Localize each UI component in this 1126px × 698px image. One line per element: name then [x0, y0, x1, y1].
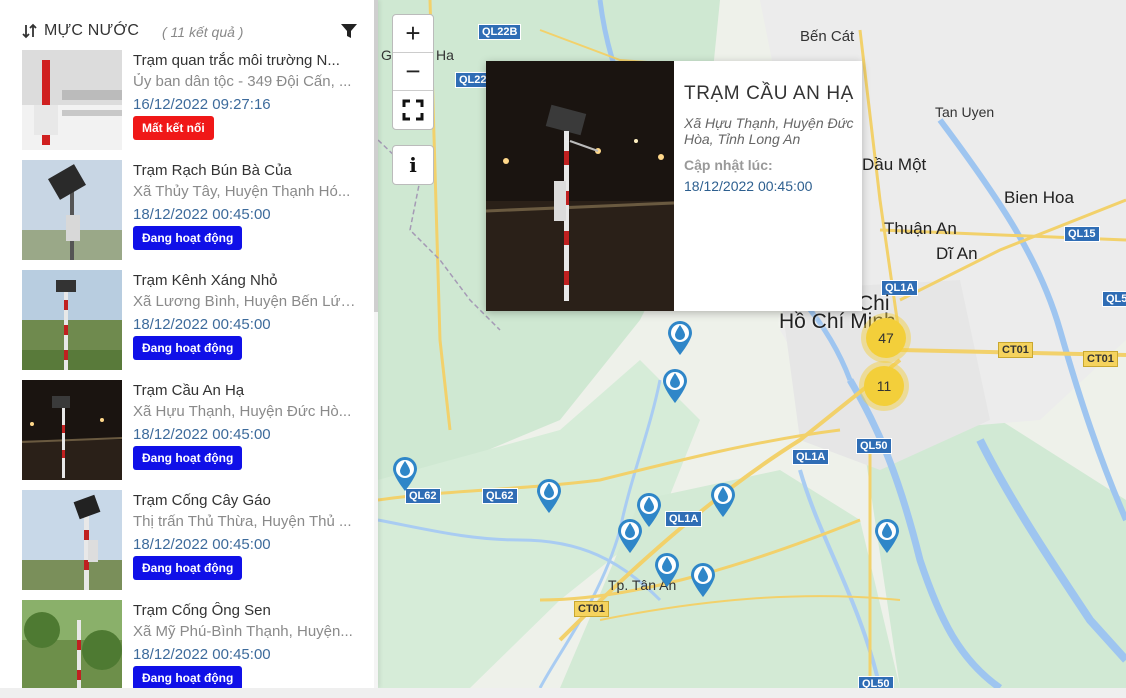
- popup-updated-time: 18/12/2022 00:45:00: [684, 178, 813, 194]
- popup-updated-label: Cập nhật lúc:: [684, 157, 773, 173]
- road-label: QL1A: [792, 449, 830, 465]
- status-badge: Đang hoạt động: [133, 556, 243, 580]
- road-label: CT01: [1083, 351, 1118, 367]
- station-list-item[interactable]: Trạm quan trắc môi trường N... Ủy ban dân…: [22, 50, 362, 150]
- station-name: Trạm Kênh Xáng Nhỏ: [133, 272, 278, 289]
- cluster-count: 11: [876, 378, 892, 394]
- road-label: QL50: [858, 676, 894, 688]
- filter-icon[interactable]: [340, 22, 358, 40]
- fullscreen-icon: [402, 99, 424, 121]
- station-address: Ủy ban dân tộc - 349 Đội Cấn, ...: [133, 73, 352, 90]
- road-label: QL1A: [665, 511, 703, 527]
- road-label: QL5: [1102, 291, 1126, 307]
- cluster-count: 47: [878, 330, 894, 346]
- water-drop-icon[interactable]: [654, 552, 680, 588]
- station-name: Trạm Cầu An Hạ: [133, 382, 245, 399]
- zoom-out-button[interactable]: −: [393, 53, 433, 91]
- place-label: Bien Hoa: [1004, 188, 1074, 207]
- water-drop-icon[interactable]: [710, 482, 736, 518]
- station-thumbnail: [22, 490, 122, 590]
- station-thumbnail: [22, 50, 122, 150]
- water-drop-icon[interactable]: [667, 320, 693, 356]
- water-drop-icon[interactable]: [874, 518, 900, 554]
- station-list-item[interactable]: Trạm Cống Cây Gáo Thị trấn Thủ Thừa, Huyệ…: [22, 490, 362, 590]
- place-label: Dầu Một: [862, 155, 927, 174]
- station-thumbnail: [22, 270, 122, 370]
- station-name: Trạm Cống Cây Gáo: [133, 492, 271, 509]
- road-label: QL62: [482, 488, 518, 504]
- water-drop-icon[interactable]: [617, 518, 643, 554]
- place-label: Thuận An: [884, 219, 957, 238]
- station-time: 18/12/2022 00:45:00: [133, 316, 271, 333]
- info-button[interactable]: i: [392, 145, 434, 185]
- station-time: 18/12/2022 00:45:00: [133, 646, 271, 663]
- station-name: Trạm quan trắc môi trường N...: [133, 52, 340, 69]
- fullscreen-button[interactable]: [393, 91, 433, 129]
- status-badge: Đang hoạt động: [133, 336, 243, 360]
- road-label: CT01: [998, 342, 1033, 358]
- station-thumbnail: [22, 160, 122, 260]
- result-count: ( 11 kết quả ): [162, 24, 244, 40]
- station-list-item[interactable]: Trạm Cầu An Hạ Xã Hựu Thạnh, Huyện Đức Hò…: [22, 380, 362, 480]
- station-address: Xã Lương Bình, Huyện Bến Lức...: [133, 293, 358, 310]
- station-time: 16/12/2022 09:27:16: [133, 96, 271, 113]
- cluster-marker[interactable]: 11: [864, 366, 904, 406]
- station-thumbnail: [22, 600, 122, 688]
- status-badge: Đang hoạt động: [133, 446, 243, 470]
- popup-title: TRẠM CẦU AN HẠ: [684, 83, 854, 104]
- station-list-item[interactable]: Trạm Kênh Xáng Nhỏ Xã Lương Bình, Huyện B…: [22, 270, 362, 370]
- station-list-item[interactable]: Trạm Rạch Bún Bà Của Xã Thủy Tây, Huyện T…: [22, 160, 362, 260]
- station-list-panel: MỰC NƯỚC ( 11 kết quả ) Trạm quan trắc m…: [0, 0, 378, 688]
- status-badge: Đang hoạt động: [133, 226, 243, 250]
- panel-header: MỰC NƯỚC ( 11 kết quả ): [20, 20, 360, 44]
- status-badge: Đang hoạt động: [133, 666, 243, 688]
- road-label: QL15: [1064, 226, 1100, 242]
- station-time: 18/12/2022 00:45:00: [133, 206, 271, 223]
- water-drop-icon[interactable]: [662, 368, 688, 404]
- road-label: QL22B: [478, 24, 522, 40]
- station-address: Xã Thủy Tây, Huyện Thạnh Hó...: [133, 183, 351, 200]
- station-popup: TRẠM CẦU AN HẠ Xã Hựu Thạnh, Huyện Đức H…: [486, 61, 862, 311]
- road-label: QL50: [856, 438, 892, 454]
- road-label: CT01: [574, 601, 609, 617]
- station-address: Xã Mỹ Phú-Bình Thạnh, Huyện...: [133, 623, 353, 640]
- bottom-strip: [0, 688, 1126, 698]
- station-address: Thị trấn Thủ Thừa, Huyện Thủ ...: [133, 513, 352, 530]
- place-label: Dĩ An: [936, 244, 978, 263]
- station-time: 18/12/2022 00:45:00: [133, 536, 271, 553]
- station-time: 18/12/2022 00:45:00: [133, 426, 271, 443]
- station-thumbnail: [22, 380, 122, 480]
- station-name: Trạm Rạch Bún Bà Của: [133, 162, 292, 179]
- place-label: Ha: [436, 47, 454, 63]
- cluster-marker[interactable]: 47: [866, 318, 906, 358]
- station-list-item[interactable]: Trạm Cống Ông Sen Xã Mỹ Phú-Bình Thạnh, H…: [22, 600, 362, 688]
- water-drop-icon[interactable]: [690, 562, 716, 598]
- zoom-controls: + −: [392, 14, 434, 130]
- place-label: Tan Uyen: [935, 104, 995, 120]
- scrollbar-thumb[interactable]: [374, 0, 378, 312]
- popup-address: Xã Hựu Thạnh, Huyện Đức Hòa, Tỉnh Long A…: [684, 115, 854, 147]
- station-address: Xã Hựu Thạnh, Huyện Đức Hò...: [133, 403, 352, 420]
- place-label: Bến Cát: [800, 28, 855, 45]
- water-drop-icon[interactable]: [392, 456, 418, 492]
- panel-title: MỰC NƯỚC: [44, 22, 140, 39]
- status-badge: Mất kết nối: [133, 116, 214, 140]
- sort-icon[interactable]: [22, 23, 38, 39]
- water-drop-icon[interactable]: [536, 478, 562, 514]
- station-photo: [486, 61, 674, 311]
- zoom-in-button[interactable]: +: [393, 15, 433, 53]
- station-name: Trạm Cống Ông Sen: [133, 602, 271, 619]
